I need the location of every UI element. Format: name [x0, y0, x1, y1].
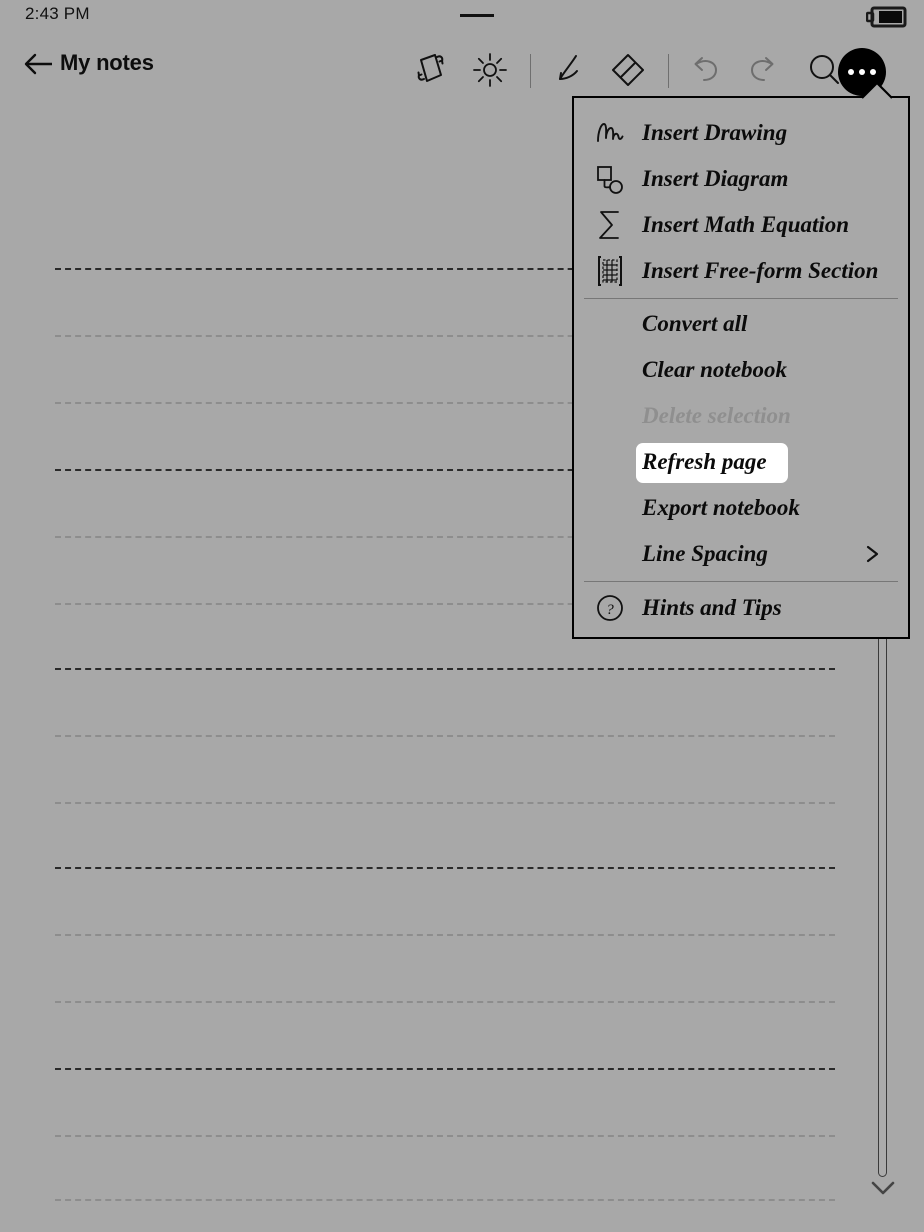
- status-time: 2:43 PM: [25, 4, 90, 23]
- menu-item-label: Insert Diagram: [642, 166, 789, 191]
- help-circle-icon: ?: [592, 585, 628, 631]
- menu-pointer-arrow: [861, 81, 893, 99]
- menu-item-hints-and-tips[interactable]: ? Hints and Tips: [574, 585, 908, 631]
- menu-item-label: Delete selection: [642, 403, 791, 428]
- insert-free-form-section-icon: [592, 248, 628, 294]
- toolbar-divider: [530, 54, 531, 88]
- more-dot-1: [848, 69, 854, 75]
- insert-diagram-icon: [592, 156, 628, 202]
- brightness-icon[interactable]: [468, 48, 512, 92]
- menu-divider-2: [584, 581, 898, 582]
- dash-indicator-icon: [460, 14, 494, 17]
- rule-line: [55, 1199, 835, 1201]
- menu-item-label: Insert Free-form Section: [642, 258, 879, 283]
- more-dot-2: [859, 69, 865, 75]
- menu-item-line-spacing[interactable]: Line Spacing: [574, 531, 908, 577]
- menu-item-label: Clear notebook: [642, 357, 788, 382]
- menu-item-insert-math-equation[interactable]: Insert Math Equation: [574, 202, 908, 248]
- menu-item-label: Line Spacing: [642, 541, 768, 566]
- insert-math-equation-icon: [592, 202, 628, 248]
- pen-icon[interactable]: [546, 48, 590, 92]
- overflow-menu: Insert Drawing Insert Diagram Insert Mat…: [572, 96, 910, 639]
- menu-item-label: Insert Drawing: [642, 120, 788, 145]
- menu-item-label: Convert all: [642, 311, 748, 336]
- status-bar: 2:43 PM: [0, 0, 924, 30]
- back-arrow-icon[interactable]: [24, 52, 54, 76]
- rule-line: [55, 1001, 835, 1003]
- more-dot-3: [870, 69, 876, 75]
- menu-item-clear-notebook[interactable]: Clear notebook: [574, 347, 908, 393]
- menu-item-convert-all[interactable]: Convert all: [574, 301, 908, 347]
- undo-icon[interactable]: [682, 48, 726, 92]
- rule-line: [55, 867, 835, 869]
- toolbar: My notes: [0, 30, 924, 102]
- page-title: My notes: [60, 50, 154, 75]
- rule-line: [55, 1068, 835, 1070]
- rule-line: [55, 735, 835, 737]
- rule-line: [55, 802, 835, 804]
- menu-item-refresh-page[interactable]: Refresh page: [574, 439, 908, 485]
- menu-item-export-notebook[interactable]: Export notebook: [574, 485, 908, 531]
- menu-item-label: Refresh page: [642, 449, 767, 474]
- rule-line: [55, 934, 835, 936]
- rule-line: [55, 1135, 835, 1137]
- battery-icon: [865, 6, 908, 28]
- eraser-icon[interactable]: [606, 48, 650, 92]
- insert-drawing-icon: [592, 110, 628, 156]
- redo-icon[interactable]: [742, 48, 786, 92]
- menu-item-label: Hints and Tips: [642, 595, 782, 620]
- menu-item-insert-free-form-section[interactable]: Insert Free-form Section: [574, 248, 908, 294]
- svg-text:?: ?: [606, 602, 614, 618]
- vertical-scrollbar[interactable]: [878, 630, 887, 1177]
- rule-line: [55, 668, 835, 670]
- menu-item-delete-selection: Delete selection: [574, 393, 908, 439]
- rotate-screen-icon[interactable]: [408, 48, 452, 92]
- toolbar-divider-2: [668, 54, 669, 88]
- menu-item-label: Insert Math Equation: [642, 212, 850, 237]
- chevron-down-icon[interactable]: [870, 1180, 896, 1196]
- menu-divider-1: [584, 298, 898, 299]
- menu-item-insert-drawing[interactable]: Insert Drawing: [574, 110, 908, 156]
- menu-item-label: Export notebook: [642, 495, 800, 520]
- chevron-right-icon: [864, 544, 882, 564]
- menu-item-insert-diagram[interactable]: Insert Diagram: [574, 156, 908, 202]
